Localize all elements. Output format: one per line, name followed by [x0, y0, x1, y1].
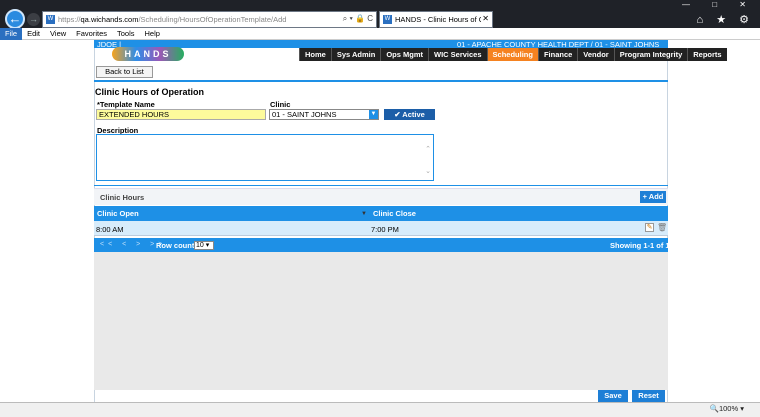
row-count-label: Row count: [156, 241, 197, 250]
showing-count: Showing 1-1 of 1 [610, 241, 670, 250]
nav-program-integrity[interactable]: Program Integrity [613, 48, 688, 61]
column-clinic-open[interactable]: Clinic Open [97, 209, 139, 218]
menu-edit[interactable]: Edit [22, 28, 45, 40]
nav-home[interactable]: Home [299, 48, 331, 61]
menu-bar: File Edit View Favorites Tools Help [0, 28, 760, 40]
reset-button[interactable]: Reset [632, 390, 665, 402]
cell-clinic-open: 8:00 AM [96, 225, 124, 234]
nav-ops-mgmt[interactable]: Ops Mgmt [380, 48, 428, 61]
nav-finance[interactable]: Finance [537, 48, 577, 61]
edit-icon[interactable]: ✎ [645, 223, 654, 232]
chevron-down-icon[interactable]: ▼ [369, 110, 378, 119]
menu-view[interactable]: View [45, 28, 71, 40]
clinic-select-value: 01 - SAINT JOHNS [272, 110, 337, 119]
template-name-label: *Template Name [97, 100, 155, 109]
address-bar[interactable]: W https://qa.wichands.com/Scheduling/Hou… [42, 11, 377, 28]
window-controls[interactable]: — □ ✕ [682, 0, 756, 9]
clinic-label: Clinic [270, 100, 291, 109]
tab-title: HANDS - Clinic Hours of O... [395, 15, 481, 24]
active-toggle-button[interactable]: ✔ Active [384, 109, 435, 120]
row-count-select[interactable]: 10 ▾ [194, 241, 214, 250]
zoom-level[interactable]: 🔍100% ▾ [710, 404, 744, 413]
nav-sys-admin[interactable]: Sys Admin [330, 48, 380, 61]
divider [94, 185, 668, 186]
main-nav: Home Sys Admin Ops Mgmt WIC Services Sch… [299, 48, 727, 61]
tab-favicon-icon: W [383, 15, 392, 24]
add-button[interactable]: + Add [640, 191, 666, 203]
address-tools[interactable]: ⌕ ▾ 🔒 C [343, 14, 373, 24]
back-arrow-icon[interactable]: ← [5, 9, 25, 29]
address-url: https://qa.wichands.com/Scheduling/Hours… [58, 15, 287, 24]
grid-title: Clinic Hours [100, 193, 145, 202]
description-textarea[interactable]: ⌃ ⌄ [96, 134, 434, 181]
row-count-value: 10 [196, 242, 204, 249]
menu-favorites[interactable]: Favorites [71, 28, 112, 40]
scrollbar-arrows-icon[interactable]: ⌃ ⌄ [425, 139, 431, 183]
column-clinic-close[interactable]: Clinic Close [373, 209, 416, 218]
divider [94, 80, 668, 82]
nav-vendor[interactable]: Vendor [577, 48, 613, 61]
back-to-list-button[interactable]: Back to List [96, 66, 153, 78]
site-favicon-icon: W [46, 15, 55, 24]
trash-icon[interactable]: 🗑 [657, 223, 667, 232]
hands-logo: HANDS [112, 47, 184, 61]
save-button[interactable]: Save [598, 390, 628, 402]
grid-empty-area [94, 252, 668, 390]
nav-wic-services[interactable]: WIC Services [428, 48, 487, 61]
grid-header [94, 188, 668, 205]
page-title: Clinic Hours of Operation [95, 87, 205, 97]
cell-clinic-close: 7:00 PM [371, 225, 399, 234]
menu-tools[interactable]: Tools [112, 28, 140, 40]
browser-tab[interactable]: W HANDS - Clinic Hours of O... ✕ [379, 11, 493, 28]
forward-arrow-icon[interactable]: → [27, 13, 40, 26]
nav-scheduling[interactable]: Scheduling [486, 48, 538, 61]
home-favorites-settings-icons[interactable]: ⌂ ★ ⚙ [697, 13, 754, 26]
menu-help[interactable]: Help [140, 28, 165, 40]
tab-close-icon[interactable]: ✕ [482, 14, 489, 23]
status-bar [0, 402, 760, 417]
menu-file[interactable]: File [0, 28, 23, 40]
template-name-input[interactable]: EXTENDED HOURS [96, 109, 266, 120]
nav-reports[interactable]: Reports [687, 48, 726, 61]
clinic-select[interactable]: 01 - SAINT JOHNS ▼ [269, 109, 379, 120]
sort-desc-icon: ▼ [361, 211, 367, 217]
